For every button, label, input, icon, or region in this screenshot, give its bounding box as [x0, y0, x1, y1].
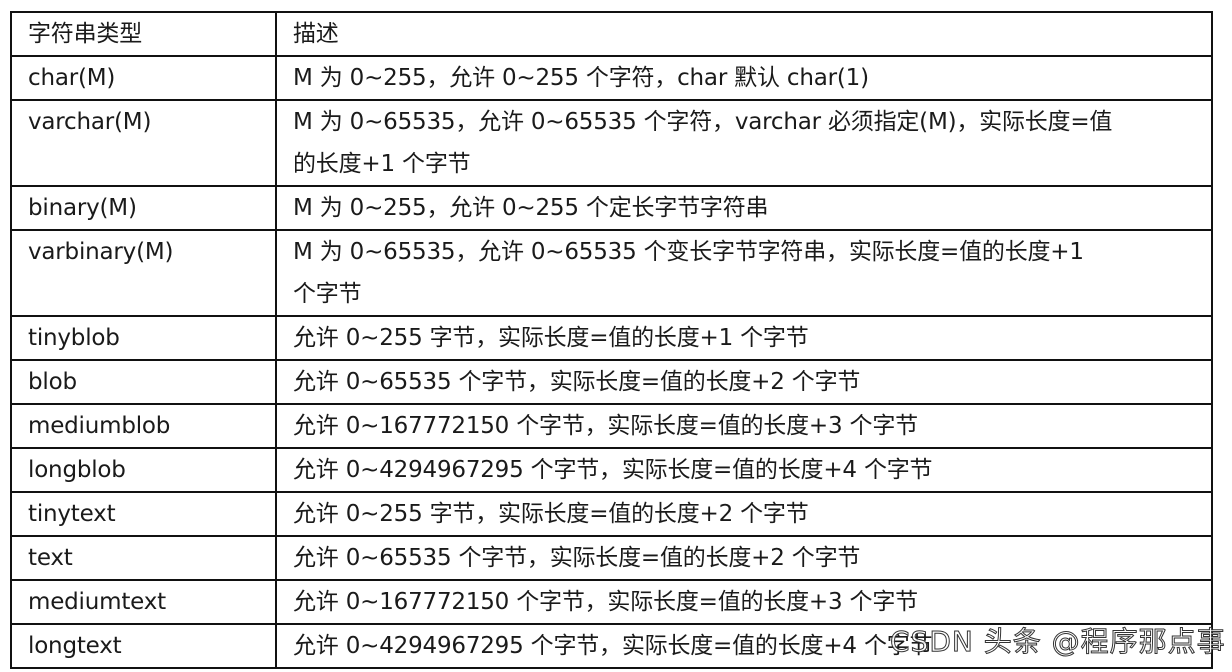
- table-row: varchar(M) M 为 0~65535，允许 0~65535 个字符，var…: [10, 99, 1213, 187]
- description-line: 允许 0~255 字节，实际长度=值的长度+1 个字节: [293, 325, 809, 351]
- string-types-table-container: 字符串类型 描述 char(M) M 为 0~255，允许 0~255 个字符，c…: [10, 11, 1213, 669]
- cell-description: 允许 0~255 字节，实际长度=值的长度+1 个字节: [275, 315, 1213, 361]
- cell-string-type: char(M): [10, 55, 277, 101]
- cell-string-type: varchar(M): [10, 99, 277, 187]
- description-line: 允许 0~65535 个字节，实际长度=值的长度+2 个字节: [293, 369, 861, 395]
- table-row: mediumblob 允许 0~167772150 个字节，实际长度=值的长度+3…: [10, 403, 1213, 449]
- table-row: binary(M) M 为 0~255，允许 0~255 个定长字节字符串: [10, 185, 1213, 231]
- table-row: char(M) M 为 0~255，允许 0~255 个字符，char 默认 ch…: [10, 55, 1213, 101]
- description-line: M 为 0~255，允许 0~255 个字符，char 默认 char(1): [293, 65, 869, 91]
- table-row: mediumtext 允许 0~167772150 个字节，实际长度=值的长度+3…: [10, 579, 1213, 625]
- cell-description: M 为 0~255，允许 0~255 个字符，char 默认 char(1): [275, 55, 1213, 101]
- description-line: 允许 0~4294967295 个字节，实际长度=值的长度+4 个字节: [293, 457, 933, 483]
- cell-description: M 为 0~255，允许 0~255 个定长字节字符串: [275, 185, 1213, 231]
- header-description: 描述: [275, 11, 1213, 57]
- cell-string-type: text: [10, 535, 277, 581]
- cell-description: 允许 0~167772150 个字节，实际长度=值的长度+3 个字节: [275, 403, 1213, 449]
- table-row: longtext 允许 0~4294967295 个字节，实际长度=值的长度+4 …: [10, 623, 1213, 669]
- table-row: longblob 允许 0~4294967295 个字节，实际长度=值的长度+4 …: [10, 447, 1213, 493]
- description-line: 的长度+1 个字节: [293, 151, 471, 177]
- description-line: 允许 0~4294967295 个字节，实际长度=值的长度+4 个字节: [293, 633, 933, 659]
- table-row: text 允许 0~65535 个字节，实际长度=值的长度+2 个字节: [10, 535, 1213, 581]
- description-line: 允许 0~167772150 个字节，实际长度=值的长度+3 个字节: [293, 413, 918, 439]
- table-header-row: 字符串类型 描述: [10, 11, 1213, 57]
- table-row: varbinary(M) M 为 0~65535，允许 0~65535 个变长字节…: [10, 229, 1213, 317]
- description-line: 允许 0~65535 个字节，实际长度=值的长度+2 个字节: [293, 545, 861, 571]
- cell-string-type: mediumblob: [10, 403, 277, 449]
- cell-description: 允许 0~255 字节，实际长度=值的长度+2 个字节: [275, 491, 1213, 537]
- cell-string-type: varbinary(M): [10, 229, 277, 317]
- cell-string-type: mediumtext: [10, 579, 277, 625]
- cell-string-type: binary(M): [10, 185, 277, 231]
- cell-description: 允许 0~4294967295 个字节，实际长度=值的长度+4 个字节: [275, 447, 1213, 493]
- cell-description: 允许 0~167772150 个字节，实际长度=值的长度+3 个字节: [275, 579, 1213, 625]
- description-line: 个字节: [293, 281, 362, 307]
- string-types-table: 字符串类型 描述 char(M) M 为 0~255，允许 0~255 个字符，c…: [10, 11, 1213, 669]
- cell-string-type: blob: [10, 359, 277, 405]
- cell-string-type: tinytext: [10, 491, 277, 537]
- header-string-type: 字符串类型: [10, 11, 277, 57]
- cell-description: 允许 0~65535 个字节，实际长度=值的长度+2 个字节: [275, 359, 1213, 405]
- cell-string-type: longblob: [10, 447, 277, 493]
- description-line: M 为 0~255，允许 0~255 个定长字节字符串: [293, 195, 769, 221]
- description-line: 允许 0~255 字节，实际长度=值的长度+2 个字节: [293, 501, 809, 527]
- cell-description: 允许 0~4294967295 个字节，实际长度=值的长度+4 个字节: [275, 623, 1213, 669]
- cell-string-type: longtext: [10, 623, 277, 669]
- cell-description: M 为 0~65535，允许 0~65535 个字符，varchar 必须指定(…: [275, 99, 1213, 187]
- cell-string-type: tinyblob: [10, 315, 277, 361]
- table-body: char(M) M 为 0~255，允许 0~255 个字符，char 默认 ch…: [10, 55, 1213, 669]
- cell-description: 允许 0~65535 个字节，实际长度=值的长度+2 个字节: [275, 535, 1213, 581]
- table-row: tinytext 允许 0~255 字节，实际长度=值的长度+2 个字节: [10, 491, 1213, 537]
- description-line: M 为 0~65535，允许 0~65535 个变长字节字符串，实际长度=值的长…: [293, 239, 1084, 265]
- description-line: M 为 0~65535，允许 0~65535 个字符，varchar 必须指定(…: [293, 109, 1113, 135]
- table-row: tinyblob 允许 0~255 字节，实际长度=值的长度+1 个字节: [10, 315, 1213, 361]
- description-line: 允许 0~167772150 个字节，实际长度=值的长度+3 个字节: [293, 589, 918, 615]
- table-row: blob 允许 0~65535 个字节，实际长度=值的长度+2 个字节: [10, 359, 1213, 405]
- cell-description: M 为 0~65535，允许 0~65535 个变长字节字符串，实际长度=值的长…: [275, 229, 1213, 317]
